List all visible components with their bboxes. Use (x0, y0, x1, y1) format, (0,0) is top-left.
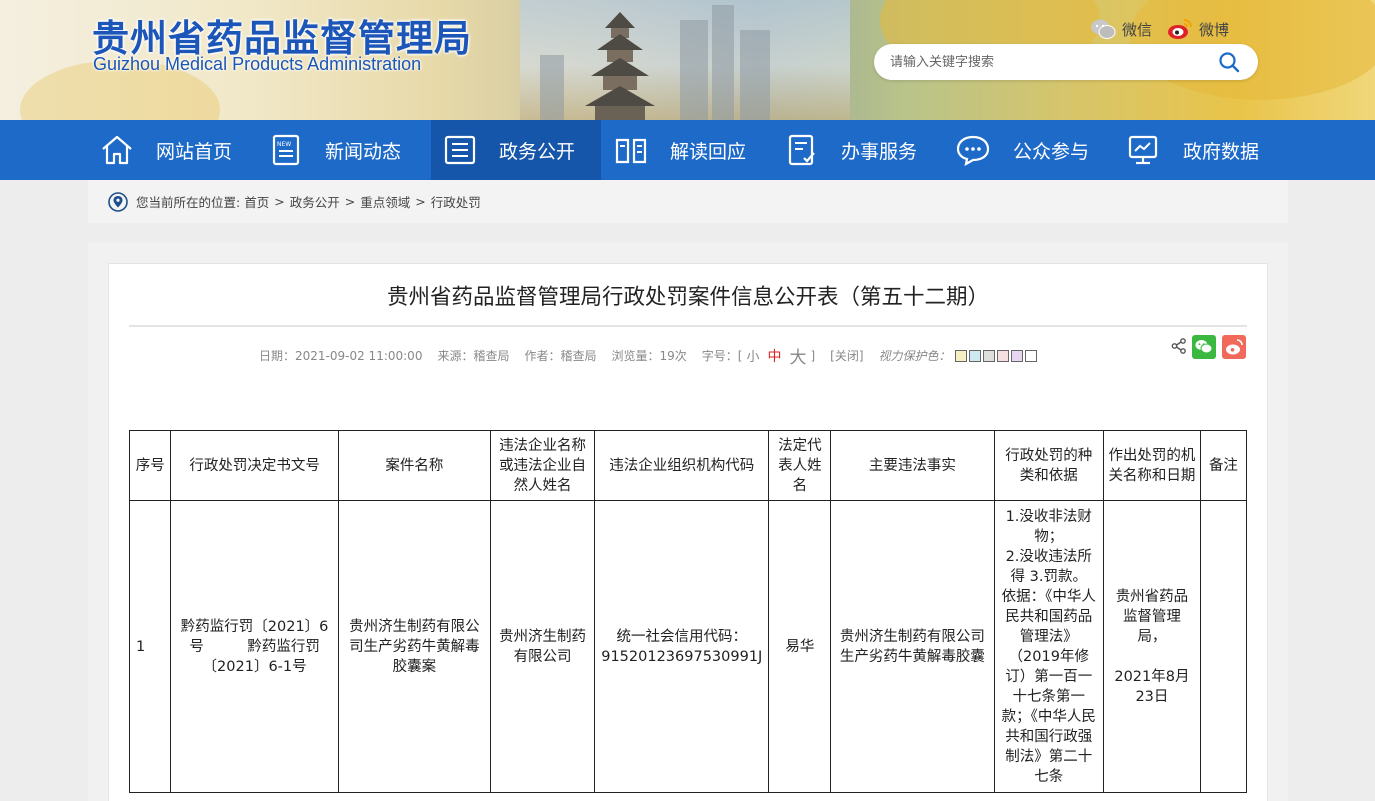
header-company: 违法企业名称或违法企业自然人姓名 (489, 430, 596, 501)
nav-label: 办事服务 (841, 140, 918, 163)
monitor-icon (1128, 135, 1158, 165)
cell-case-name: 贵州济生制药有限公司生产劣药牛黄解毒胶囊案 (337, 500, 491, 793)
authority-name: 贵州省药品监督管理局， (1115, 588, 1189, 645)
breadcrumb-penalty[interactable]: 行政处罚 (431, 192, 481, 211)
font-large-button[interactable]: 大 (789, 343, 806, 368)
nav-item-service[interactable]: 办事服务 (787, 120, 947, 180)
close-button[interactable]: [关闭] (830, 347, 863, 364)
wechat-link[interactable]: 微信 (1090, 18, 1152, 40)
book-icon (615, 138, 647, 164)
main-nav: 网站首页 NEW 新闻动态 政务公开 解读回应 办事服务 公众参与 政府数据 (0, 120, 1375, 180)
table-row: 1 黔药监行罚〔2021〕6号 黔药监行罚〔2021〕6-1号 贵州济生制药有限… (128, 500, 1248, 793)
svg-text:NEW: NEW (277, 141, 291, 148)
wechat-icon (1091, 19, 1116, 39)
font-medium-button[interactable]: 中 (767, 346, 781, 366)
table-header-row: 序号 行政处罚决定书文号 案件名称 违法企业名称或违法企业自然人姓名 违法企业组… (128, 430, 1248, 501)
article-title: 贵州省药品监督管理局行政处罚案件信息公开表（第五十二期） (386, 285, 989, 310)
article-views: 浏览量：19次 (611, 349, 687, 363)
font-small-button[interactable]: 小 (746, 346, 759, 365)
nav-item-gov-info[interactable]: 政务公开 (431, 120, 601, 180)
share-wechat-icon[interactable] (1192, 335, 1216, 359)
weibo-link[interactable]: 微博 (1167, 18, 1229, 40)
nav-label: 网站首页 (156, 140, 233, 163)
cell-facts: 贵州济生制药有限公司生产劣药牛黄解毒胶囊 (830, 500, 995, 793)
header-legal-rep: 法定代表人姓名 (768, 430, 832, 501)
header-banner: 贵州省药品监督管理局 Guizhou Medical Products Admi… (0, 0, 1375, 120)
eye-color-purple[interactable] (1010, 349, 1023, 362)
penalty-basis: 依据：《中华人民共和国药品管理法》（2019年修订）第一百一十七条第一款；《中华… (1001, 588, 1096, 785)
cell-org-code: 统一社会信用代码：91520123697530991J (594, 500, 770, 793)
form-icon (788, 134, 815, 166)
article-author: 作者：稽查局 (524, 349, 597, 363)
eye-color-yellow[interactable] (954, 349, 967, 362)
nav-label: 解读回应 (670, 140, 747, 163)
breadcrumb-key-area[interactable]: 重点领域 (360, 192, 410, 211)
header-index: 序号 (128, 430, 172, 501)
font-size-label: 字号：[ (701, 349, 743, 363)
authority-date: 2021年8月23日 (1114, 668, 1190, 705)
search-input[interactable] (890, 52, 1210, 72)
header-org-code: 违法企业组织机构代码 (594, 430, 770, 501)
article-date: 日期：2021-09-02 11:00:00 (259, 349, 423, 363)
search-icon[interactable] (1218, 51, 1240, 73)
wechat-label: 微信 (1122, 20, 1153, 39)
breadcrumb-separator: > (274, 194, 285, 209)
cell-legal-rep: 易华 (768, 500, 832, 793)
penalty-item-1: 1.没收非法财物； (1005, 508, 1092, 545)
article-source: 来源：稽查局 (437, 349, 510, 363)
cell-penalty: 1.没收非法财物； 2.没收违法所得 3.罚款。 依据：《中华人民共和国药品管理… (993, 500, 1104, 793)
eye-color-blue[interactable] (968, 349, 981, 362)
nav-item-news[interactable]: NEW 新闻动态 (271, 120, 431, 180)
breadcrumb-separator: > (344, 194, 356, 209)
weibo-icon (1168, 19, 1192, 39)
share-icon[interactable] (1170, 337, 1188, 355)
nav-label: 政府数据 (1183, 140, 1260, 163)
font-size-close-bracket: ] (810, 348, 816, 363)
news-icon: NEW (272, 134, 300, 166)
breadcrumb-gov-info[interactable]: 政务公开 (290, 192, 340, 211)
nav-item-interpret[interactable]: 解读回应 (614, 120, 774, 180)
article-card: 贵州省药品监督管理局行政处罚案件信息公开表（第五十二期） 日期：2021-09-… (108, 263, 1268, 801)
header-penalty: 行政处罚的种类和依据 (993, 430, 1104, 501)
header-authority: 作出处罚的机关名称和日期 (1102, 430, 1201, 501)
share-weibo-icon[interactable] (1222, 335, 1246, 359)
site-logo-en[interactable]: Guizhou Medical Products Administration (93, 54, 421, 75)
search-box (874, 44, 1258, 80)
header-remark: 备注 (1199, 430, 1248, 501)
nav-item-public[interactable]: 公众参与 (955, 120, 1115, 180)
breadcrumb-home[interactable]: 首页 (244, 192, 269, 211)
list-icon (444, 135, 476, 165)
penalty-table: 序号 行政处罚决定书文号 案件名称 违法企业名称或违法企业自然人姓名 违法企业组… (128, 430, 1248, 793)
chat-icon (956, 135, 990, 166)
home-icon (102, 135, 132, 165)
eye-color-pink[interactable] (996, 349, 1009, 362)
penalty-item-2: 2.没收违法所得 3.罚款。 (1005, 548, 1092, 585)
breadcrumb-separator: > (415, 194, 426, 209)
header-case-name: 案件名称 (337, 430, 491, 501)
header-facts: 主要违法事实 (830, 430, 995, 501)
title-divider (129, 325, 1247, 327)
cell-doc-no: 黔药监行罚〔2021〕6号 黔药监行罚〔2021〕6-1号 (170, 500, 339, 793)
header-doc-no: 行政处罚决定书文号 (170, 430, 339, 501)
nav-item-home[interactable]: 网站首页 (100, 120, 270, 180)
nav-label: 公众参与 (1013, 140, 1090, 163)
cell-company: 贵州济生制药有限公司 (489, 500, 596, 793)
nav-label: 政务公开 (499, 140, 576, 163)
pavilion-illustration (585, 12, 655, 120)
eye-care-label: 视力保护色： (878, 349, 951, 363)
cell-authority: 贵州省药品监督管理局， 2021年8月23日 (1102, 500, 1201, 793)
eye-color-white[interactable] (1024, 349, 1037, 362)
breadcrumb: 您当前所在的位置: 首页 > 政务公开 > 重点领域 > 行政处罚 (88, 180, 1288, 223)
location-icon (108, 191, 128, 212)
breadcrumb-prefix: 您当前所在的位置: (136, 195, 241, 210)
nav-item-data[interactable]: 政府数据 (1127, 120, 1297, 180)
weibo-label: 微博 (1199, 20, 1230, 39)
article-meta: 日期：2021-09-02 11:00:00 来源：稽查局 作者：稽查局 浏览量… (259, 343, 1039, 368)
eye-color-gray[interactable] (982, 349, 995, 362)
nav-label: 新闻动态 (325, 140, 402, 163)
cell-index: 1 (128, 500, 172, 793)
cell-remark (1199, 500, 1248, 793)
